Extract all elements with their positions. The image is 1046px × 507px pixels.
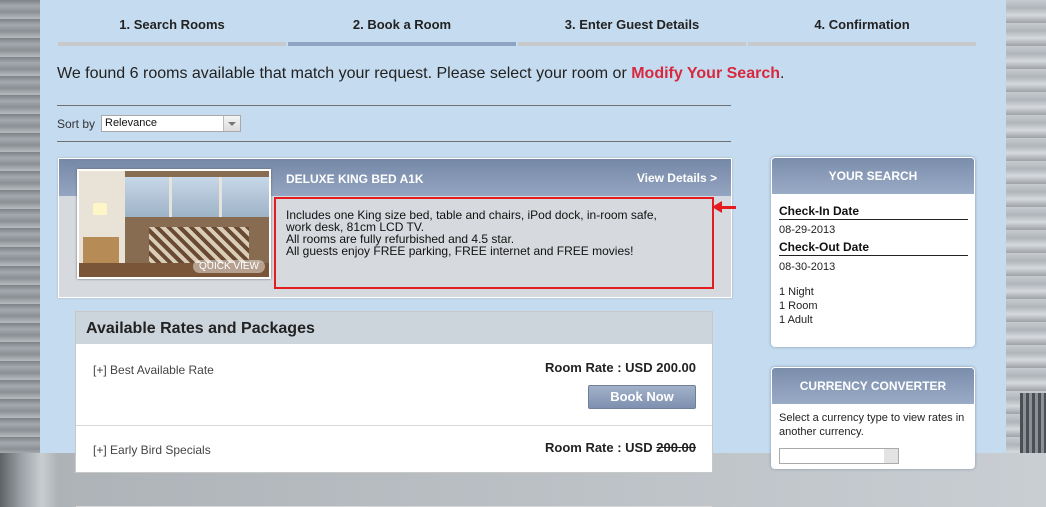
room-card: DELUXE KING BED A1K View Details > QUICK… xyxy=(58,158,732,298)
annotation-arrow xyxy=(720,206,736,209)
step-confirmation[interactable]: 4. Confirmation xyxy=(748,0,976,46)
rate-name[interactable]: [+] Best Available Rate xyxy=(93,363,214,377)
step-label: 3. Enter Guest Details xyxy=(564,17,700,32)
city-background-left xyxy=(0,0,40,453)
room-title: DELUXE KING BED A1K xyxy=(286,172,424,186)
rates-title: Available Rates and Packages xyxy=(86,320,315,337)
checkout-date: 08-30-2013 xyxy=(779,261,836,273)
divider xyxy=(57,141,731,142)
booking-panel: 1. Search Rooms 2. Book a Room 3. Enter … xyxy=(40,0,1006,507)
step-bar xyxy=(58,42,286,46)
step-label: 2. Book a Room xyxy=(352,17,452,32)
checkin-date: 08-29-2013 xyxy=(779,224,836,236)
step-bar-active xyxy=(288,42,516,46)
step-bar xyxy=(748,42,976,46)
book-now-button[interactable]: Book Now xyxy=(588,385,696,409)
rate-row: [+] Best Available Rate Room Rate : USD … xyxy=(76,345,712,426)
rate-price-label: Room Rate : USD xyxy=(545,360,657,375)
photo-lamp xyxy=(93,203,107,215)
currency-converter-box: CURRENCY CONVERTER Select a currency typ… xyxy=(771,367,975,469)
step-bar xyxy=(518,42,746,46)
results-period: . xyxy=(780,65,785,82)
adults-count: 1 Adult xyxy=(779,314,813,326)
quick-view-button[interactable]: QUICK VIEW xyxy=(192,260,265,273)
step-book-room[interactable]: 2. Book a Room xyxy=(288,0,516,46)
chevron-down-icon[interactable] xyxy=(223,116,240,131)
sort-select-value: Relevance xyxy=(105,117,157,129)
room-photo[interactable]: QUICK VIEW xyxy=(77,169,271,279)
rooms-count: 1 Room xyxy=(779,300,818,312)
rate-price-value: 200.00 xyxy=(656,360,696,375)
currency-converter-title: CURRENCY CONVERTER xyxy=(772,368,974,404)
chevron-down-icon[interactable] xyxy=(884,449,898,463)
checkout-label: Check-Out Date xyxy=(779,240,870,254)
divider xyxy=(57,105,731,106)
checkin-label: Check-In Date xyxy=(779,204,860,218)
photo-window-frame xyxy=(169,177,172,217)
booking-steps: 1. Search Rooms 2. Book a Room 3. Enter … xyxy=(58,0,976,48)
photo-window-frame xyxy=(219,177,222,217)
photo-window xyxy=(125,177,269,217)
divider xyxy=(779,255,968,256)
sort-by-label: Sort by xyxy=(57,117,96,131)
nights-count: 1 Night xyxy=(779,286,814,298)
rate-row: [+] Early Bird Specials Room Rate : USD … xyxy=(76,426,712,507)
room-description: Includes one King size bed, table and ch… xyxy=(274,197,714,289)
rate-name[interactable]: [+] Early Bird Specials xyxy=(93,443,211,457)
currency-select[interactable] xyxy=(779,448,899,464)
step-search-rooms[interactable]: 1. Search Rooms xyxy=(58,0,286,46)
building-image xyxy=(1020,393,1046,453)
your-search-box: YOUR SEARCH Check-In Date 08-29-2013 Che… xyxy=(771,157,975,347)
city-background-right xyxy=(1006,0,1046,453)
step-guest-details[interactable]: 3. Enter Guest Details xyxy=(518,0,746,46)
rates-panel: Available Rates and Packages [+] Best Av… xyxy=(75,311,713,507)
step-label: 4. Confirmation xyxy=(814,17,910,32)
modify-search-link[interactable]: Modify Your Search xyxy=(631,65,780,82)
description-line: All guests enjoy FREE parking, FREE inte… xyxy=(286,244,634,258)
rates-header: Available Rates and Packages xyxy=(76,312,712,344)
divider xyxy=(779,219,968,220)
results-text: We found 6 rooms available that match yo… xyxy=(57,65,632,82)
your-search-title: YOUR SEARCH xyxy=(772,158,974,194)
annotation-arrow-icon xyxy=(712,201,722,213)
results-message: We found 6 rooms available that match yo… xyxy=(57,65,784,83)
rate-price: Room Rate : USD 200.00 xyxy=(545,360,696,375)
sort-select[interactable]: Relevance xyxy=(101,115,241,132)
currency-instructions: Select a currency type to view rates in … xyxy=(779,412,965,438)
step-label: 1. Search Rooms xyxy=(119,17,225,32)
view-details-link[interactable]: View Details > xyxy=(637,171,717,185)
photo-desk xyxy=(83,237,119,263)
